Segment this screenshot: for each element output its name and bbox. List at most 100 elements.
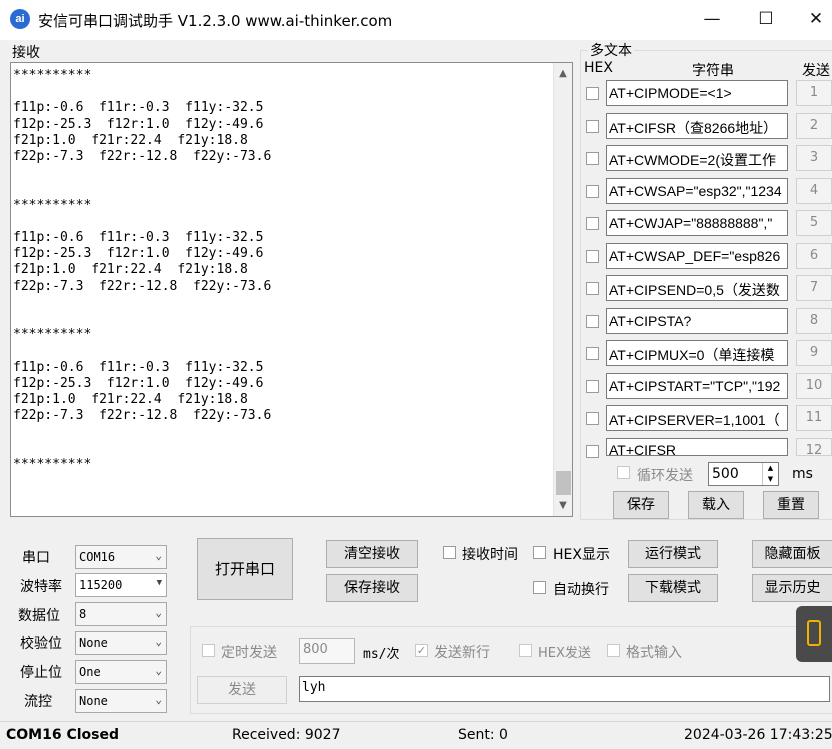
multi-string-input[interactable]: AT+CIPSTA?	[606, 307, 788, 334]
loop-unit-label: ms	[792, 466, 813, 482]
multi-hex-checkbox[interactable]	[586, 184, 599, 198]
timed-send-checkbox[interactable]	[202, 644, 215, 657]
multi-send-button[interactable]: 3	[796, 145, 832, 171]
scroll-up-icon[interactable]: ▲	[554, 65, 572, 83]
title-bar: ai 安信可串口调试助手 V1.2.3.0 www.ai-thinker.com…	[0, 0, 832, 40]
multi-send-button[interactable]: 12	[796, 437, 832, 458]
hide-panel-button[interactable]: 隐藏面板	[752, 540, 832, 568]
multi-send-button[interactable]: 5	[796, 210, 832, 236]
multi-send-button[interactable]: 11	[796, 405, 832, 431]
multi-hex-checkbox[interactable]	[586, 347, 599, 360]
maximize-button[interactable]: ☐	[742, 0, 790, 40]
stopbits-value: One	[79, 665, 101, 679]
port-label: 串口	[22, 550, 50, 566]
send-newline-checkbox[interactable]: ✓	[415, 644, 428, 657]
multi-send-button[interactable]: 10	[796, 372, 832, 399]
multi-hex-checkbox[interactable]	[586, 152, 599, 165]
save-multi-button[interactable]: 保存	[613, 491, 669, 519]
multi-send-button[interactable]: 2	[796, 112, 832, 139]
download-mode-button[interactable]: 下载模式	[628, 574, 718, 602]
send-button[interactable]: 发送	[197, 676, 287, 704]
stopbits-label: 停止位	[20, 665, 62, 681]
port-select[interactable]: COM16 ⌄	[75, 545, 167, 569]
received-count: Received: 9027	[232, 727, 341, 743]
window-title: 安信可串口调试助手 V1.2.3.0 www.ai-thinker.com	[38, 12, 393, 30]
multi-hex-checkbox[interactable]	[586, 444, 599, 458]
receive-text: ********** f11p:-0.6 f11r:-0.3 f11y:-32.…	[13, 68, 272, 472]
multi-string-input[interactable]: AT+CIFSR（查8266地址）	[606, 112, 788, 139]
load-multi-button[interactable]: 载入	[688, 491, 744, 519]
databits-value: 8	[79, 607, 87, 621]
hex-display-checkbox[interactable]	[533, 546, 546, 559]
multi-send-button[interactable]: 7	[796, 275, 832, 301]
multi-hex-checkbox[interactable]	[586, 217, 599, 230]
hex-send-checkbox[interactable]	[519, 644, 532, 657]
loop-interval-spinner[interactable]: 500 ▲ ▼	[708, 462, 779, 486]
multi-send-button[interactable]: 1	[796, 80, 832, 106]
chevron-down-icon: ⌄	[155, 693, 162, 706]
app-logo-icon: ai	[10, 9, 30, 29]
multi-text-title: 多文本	[588, 40, 634, 60]
multi-send-button[interactable]: 9	[796, 340, 832, 366]
multi-string-input[interactable]: AT+CIPSTART="TCP","192	[606, 372, 788, 399]
save-receive-button[interactable]: 保存接收	[326, 574, 418, 602]
parity-select[interactable]: None ⌄	[75, 631, 167, 655]
baud-value: 115200	[79, 578, 123, 592]
receive-label: 接收	[12, 45, 40, 61]
loop-send-checkbox[interactable]	[617, 466, 630, 479]
receive-time-checkbox[interactable]	[443, 546, 456, 559]
multi-hex-checkbox[interactable]	[586, 282, 599, 295]
loop-send-label: 循环发送	[637, 468, 693, 484]
multi-string-input[interactable]: AT+CWJAP="88888888","	[606, 210, 788, 236]
format-input-checkbox[interactable]	[607, 644, 620, 657]
chevron-down-icon: ⌄	[155, 664, 162, 677]
multi-string-input[interactable]: AT+CIPSERVER=1,1001（	[606, 405, 788, 431]
multi-hex-checkbox[interactable]	[586, 412, 599, 425]
baud-combobox[interactable]: 115200 ▼	[75, 573, 167, 597]
stopbits-select[interactable]: One ⌄	[75, 660, 167, 684]
minimize-button[interactable]: —	[688, 0, 736, 40]
clear-receive-button[interactable]: 清空接收	[326, 540, 418, 568]
scroll-down-icon[interactable]: ▼	[554, 497, 572, 515]
spin-down-icon[interactable]: ▼	[762, 474, 778, 485]
side-tab[interactable]	[796, 606, 832, 662]
run-mode-button[interactable]: 运行模式	[628, 540, 718, 568]
show-history-button[interactable]: 显示历史	[752, 574, 832, 602]
spin-up-icon[interactable]: ▲	[762, 463, 778, 474]
send-input[interactable]: lyh	[299, 676, 830, 702]
format-input-label: 格式输入	[626, 645, 682, 661]
multi-hex-checkbox[interactable]	[586, 314, 599, 328]
multi-string-input[interactable]: AT+CWMODE=2(设置工作	[606, 145, 788, 171]
receive-textarea[interactable]: ********** f11p:-0.6 f11r:-0.3 f11y:-32.…	[10, 62, 573, 517]
multi-string-input[interactable]: AT+CIFSR	[606, 437, 788, 456]
multi-send-button[interactable]: 6	[796, 242, 832, 269]
open-port-button[interactable]: 打开串口	[197, 538, 293, 600]
multi-hex-checkbox[interactable]	[586, 249, 599, 263]
multi-string-input[interactable]: AT+CWSAP_DEF="esp826	[606, 242, 788, 269]
port-value: COM16	[79, 550, 116, 564]
receive-scrollbar[interactable]: ▲ ▼	[553, 63, 572, 516]
multi-string-input[interactable]: AT+CWSAP="esp32","1234	[606, 177, 788, 204]
multi-hex-checkbox[interactable]	[586, 87, 599, 100]
reset-multi-button[interactable]: 重置	[763, 491, 819, 519]
multi-string-input[interactable]: AT+CIPMODE=<1>	[606, 80, 788, 106]
close-button[interactable]: ✕	[792, 0, 832, 40]
datetime: 2024-03-26 17:43:25	[684, 727, 832, 743]
multi-send-button[interactable]: 4	[796, 177, 832, 204]
multi-send-button[interactable]: 8	[796, 307, 832, 334]
dropdown-arrow-icon[interactable]: ▼	[157, 578, 162, 588]
flow-select[interactable]: None ⌄	[75, 689, 167, 713]
multi-string-input[interactable]: AT+CIPSEND=0,5（发送数	[606, 275, 788, 301]
multi-hex-checkbox[interactable]	[586, 379, 599, 393]
multi-hex-checkbox[interactable]	[586, 119, 599, 133]
auto-wrap-label: 自动换行	[553, 582, 609, 598]
scroll-thumb[interactable]	[556, 471, 571, 495]
send-interval-input[interactable]: 800	[299, 638, 355, 664]
auto-wrap-checkbox[interactable]	[533, 581, 546, 594]
send-column-header: 发送	[802, 63, 830, 79]
databits-label: 数据位	[18, 608, 60, 624]
status-bar: COM16 Closed Received: 9027 Sent: 0 2024…	[0, 721, 832, 749]
timed-send-label: 定时发送	[221, 645, 277, 661]
databits-select[interactable]: 8 ⌄	[75, 602, 167, 626]
multi-string-input[interactable]: AT+CIPMUX=0（单连接模	[606, 340, 788, 366]
